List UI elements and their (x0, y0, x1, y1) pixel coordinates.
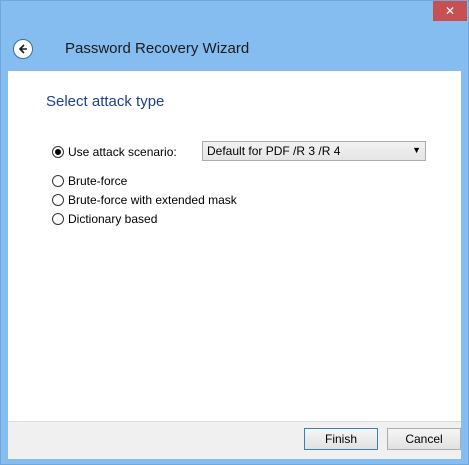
radio-use-attack-scenario[interactable] (52, 146, 64, 158)
cancel-button[interactable]: Cancel (387, 428, 461, 450)
back-button[interactable] (13, 39, 33, 59)
option-label: Dictionary based (68, 212, 158, 226)
option-dictionary-based[interactable]: Dictionary based (52, 212, 157, 226)
radio-brute-force-extended-mask[interactable] (52, 194, 64, 206)
option-label: Brute-force with extended mask (68, 193, 237, 207)
title-bar: ✕ (1, 1, 468, 25)
option-use-attack-scenario[interactable]: Use attack scenario: (52, 145, 177, 159)
radio-dictionary-based[interactable] (52, 213, 64, 225)
option-brute-force[interactable]: Brute-force (52, 174, 127, 188)
option-label: Use attack scenario: (68, 145, 177, 159)
page-title: Select attack type (46, 93, 165, 110)
radio-selected-dot (55, 149, 61, 155)
wizard-footer: Finish Cancel (8, 421, 461, 459)
close-icon: ✕ (444, 4, 456, 18)
radio-brute-force[interactable] (52, 175, 64, 187)
wizard-header: Password Recovery Wizard (8, 25, 461, 71)
chevron-down-icon: ▼ (412, 145, 421, 155)
option-brute-force-extended-mask[interactable]: Brute-force with extended mask (52, 193, 237, 207)
option-label: Brute-force (68, 174, 128, 188)
wizard-window: ✕ Password Recovery Wizard Select attack… (0, 0, 469, 465)
scenario-select[interactable]: Default for PDF /R 3 /R 4 ▼ (202, 141, 426, 161)
close-button[interactable]: ✕ (433, 1, 467, 21)
wizard-content: Select attack type Use attack scenario: … (8, 71, 461, 421)
scenario-select-value: Default for PDF /R 3 /R 4 (207, 144, 341, 158)
finish-button[interactable]: Finish (304, 428, 378, 450)
wizard-title: Password Recovery Wizard (65, 40, 250, 57)
back-arrow-icon (18, 44, 27, 54)
